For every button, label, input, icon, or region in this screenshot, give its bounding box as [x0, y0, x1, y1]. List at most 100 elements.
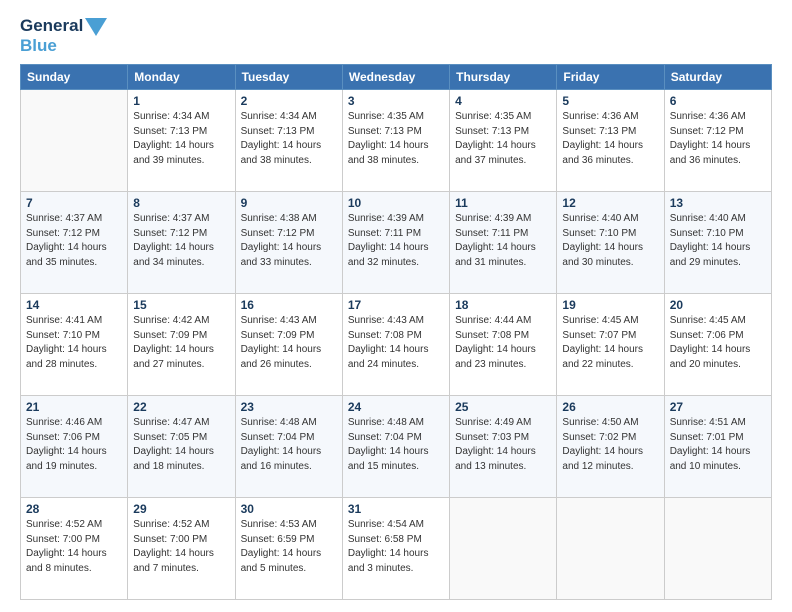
- day-info: Sunrise: 4:52 AMSunset: 7:00 PMDaylight:…: [26, 518, 122, 576]
- day-cell: 28 Sunrise: 4:52 AMSunset: 7:00 PMDayligh…: [21, 498, 128, 600]
- day-number: 12: [562, 196, 658, 210]
- day-info: Sunrise: 4:53 AMSunset: 6:59 PMDaylight:…: [241, 518, 337, 576]
- day-info: Sunrise: 4:38 AMSunset: 7:12 PMDaylight:…: [241, 212, 337, 270]
- day-cell: 14 Sunrise: 4:41 AMSunset: 7:10 PMDayligh…: [21, 294, 128, 396]
- day-info: Sunrise: 4:52 AMSunset: 7:00 PMDaylight:…: [133, 518, 229, 576]
- header: General Blue: [20, 16, 772, 56]
- day-number: 29: [133, 502, 229, 516]
- day-info: Sunrise: 4:51 AMSunset: 7:01 PMDaylight:…: [670, 416, 766, 474]
- col-header-sunday: Sunday: [21, 65, 128, 90]
- day-info: Sunrise: 4:43 AMSunset: 7:08 PMDaylight:…: [348, 314, 444, 372]
- day-info: Sunrise: 4:41 AMSunset: 7:10 PMDaylight:…: [26, 314, 122, 372]
- day-cell: [557, 498, 664, 600]
- logo-arrow-icon: [85, 18, 107, 36]
- day-cell: 20 Sunrise: 4:45 AMSunset: 7:06 PMDayligh…: [664, 294, 771, 396]
- day-cell: 23 Sunrise: 4:48 AMSunset: 7:04 PMDayligh…: [235, 396, 342, 498]
- day-number: 28: [26, 502, 122, 516]
- day-cell: [450, 498, 557, 600]
- col-header-tuesday: Tuesday: [235, 65, 342, 90]
- day-number: 7: [26, 196, 122, 210]
- day-cell: 17 Sunrise: 4:43 AMSunset: 7:08 PMDayligh…: [342, 294, 449, 396]
- day-cell: 5Sunrise: 4:36 AMSunset: 7:13 PMDaylight…: [557, 90, 664, 192]
- col-header-saturday: Saturday: [664, 65, 771, 90]
- day-number: 3: [348, 94, 444, 108]
- day-cell: 10 Sunrise: 4:39 AMSunset: 7:11 PMDayligh…: [342, 192, 449, 294]
- day-cell: 11Sunrise: 4:39 AMSunset: 7:11 PMDayligh…: [450, 192, 557, 294]
- day-info: Sunrise: 4:45 AMSunset: 7:06 PMDaylight:…: [670, 314, 766, 372]
- day-number: 5: [562, 94, 658, 108]
- day-info: Sunrise: 4:34 AMSunset: 7:13 PMDaylight:…: [133, 110, 229, 168]
- day-cell: 1 Sunrise: 4:34 AMSunset: 7:13 PMDaylight…: [128, 90, 235, 192]
- day-cell: 16 Sunrise: 4:43 AMSunset: 7:09 PMDayligh…: [235, 294, 342, 396]
- day-number: 8: [133, 196, 229, 210]
- day-cell: 18 Sunrise: 4:44 AMSunset: 7:08 PMDayligh…: [450, 294, 557, 396]
- day-info: Sunrise: 4:45 AMSunset: 7:07 PMDaylight:…: [562, 314, 658, 372]
- day-number: 2: [241, 94, 337, 108]
- day-info: Sunrise: 4:50 AMSunset: 7:02 PMDaylight:…: [562, 416, 658, 474]
- day-info: Sunrise: 4:46 AMSunset: 7:06 PMDaylight:…: [26, 416, 122, 474]
- day-info: Sunrise: 4:37 AMSunset: 7:12 PMDaylight:…: [133, 212, 229, 270]
- day-cell: 26 Sunrise: 4:50 AMSunset: 7:02 PMDayligh…: [557, 396, 664, 498]
- day-cell: 22Sunrise: 4:47 AMSunset: 7:05 PMDayligh…: [128, 396, 235, 498]
- day-number: 26: [562, 400, 658, 414]
- day-info: Sunrise: 4:34 AMSunset: 7:13 PMDaylight:…: [241, 110, 337, 168]
- col-header-thursday: Thursday: [450, 65, 557, 90]
- day-cell: 7 Sunrise: 4:37 AMSunset: 7:12 PMDaylight…: [21, 192, 128, 294]
- day-info: Sunrise: 4:40 AMSunset: 7:10 PMDaylight:…: [562, 212, 658, 270]
- day-info: Sunrise: 4:35 AMSunset: 7:13 PMDaylight:…: [348, 110, 444, 168]
- day-number: 10: [348, 196, 444, 210]
- day-info: Sunrise: 4:35 AMSunset: 7:13 PMDaylight:…: [455, 110, 551, 168]
- day-cell: 15 Sunrise: 4:42 AMSunset: 7:09 PMDayligh…: [128, 294, 235, 396]
- day-number: 25: [455, 400, 551, 414]
- day-cell: 3 Sunrise: 4:35 AMSunset: 7:13 PMDaylight…: [342, 90, 449, 192]
- day-cell: 9Sunrise: 4:38 AMSunset: 7:12 PMDaylight…: [235, 192, 342, 294]
- day-number: 17: [348, 298, 444, 312]
- day-number: 30: [241, 502, 337, 516]
- day-cell: 8 Sunrise: 4:37 AMSunset: 7:12 PMDaylight…: [128, 192, 235, 294]
- page: General Blue SundayMondayTuesdayWednesda…: [0, 0, 792, 612]
- col-header-friday: Friday: [557, 65, 664, 90]
- logo-general-text: General: [20, 16, 83, 36]
- day-info: Sunrise: 4:40 AMSunset: 7:10 PMDaylight:…: [670, 212, 766, 270]
- day-info: Sunrise: 4:43 AMSunset: 7:09 PMDaylight:…: [241, 314, 337, 372]
- day-number: 19: [562, 298, 658, 312]
- day-number: 23: [241, 400, 337, 414]
- week-row-3: 14 Sunrise: 4:41 AMSunset: 7:10 PMDayligh…: [21, 294, 772, 396]
- day-info: Sunrise: 4:44 AMSunset: 7:08 PMDaylight:…: [455, 314, 551, 372]
- day-number: 14: [26, 298, 122, 312]
- day-info: Sunrise: 4:42 AMSunset: 7:09 PMDaylight:…: [133, 314, 229, 372]
- day-number: 20: [670, 298, 766, 312]
- day-number: 18: [455, 298, 551, 312]
- day-info: Sunrise: 4:54 AMSunset: 6:58 PMDaylight:…: [348, 518, 444, 576]
- day-info: Sunrise: 4:47 AMSunset: 7:05 PMDaylight:…: [133, 416, 229, 474]
- day-cell: 21Sunrise: 4:46 AMSunset: 7:06 PMDayligh…: [21, 396, 128, 498]
- calendar-table: SundayMondayTuesdayWednesdayThursdayFrid…: [20, 64, 772, 600]
- day-cell: 31 Sunrise: 4:54 AMSunset: 6:58 PMDayligh…: [342, 498, 449, 600]
- day-cell: 29 Sunrise: 4:52 AMSunset: 7:00 PMDayligh…: [128, 498, 235, 600]
- header-row: SundayMondayTuesdayWednesdayThursdayFrid…: [21, 65, 772, 90]
- day-number: 27: [670, 400, 766, 414]
- day-number: 11: [455, 196, 551, 210]
- day-cell: [21, 90, 128, 192]
- day-info: Sunrise: 4:37 AMSunset: 7:12 PMDaylight:…: [26, 212, 122, 270]
- day-number: 1: [133, 94, 229, 108]
- day-info: Sunrise: 4:48 AMSunset: 7:04 PMDaylight:…: [241, 416, 337, 474]
- day-cell: 4Sunrise: 4:35 AMSunset: 7:13 PMDaylight…: [450, 90, 557, 192]
- day-number: 31: [348, 502, 444, 516]
- day-number: 16: [241, 298, 337, 312]
- day-cell: 13Sunrise: 4:40 AMSunset: 7:10 PMDayligh…: [664, 192, 771, 294]
- day-cell: 25 Sunrise: 4:49 AMSunset: 7:03 PMDayligh…: [450, 396, 557, 498]
- logo-blue-text: Blue: [20, 36, 107, 56]
- day-cell: 19 Sunrise: 4:45 AMSunset: 7:07 PMDayligh…: [557, 294, 664, 396]
- week-row-1: 1 Sunrise: 4:34 AMSunset: 7:13 PMDaylight…: [21, 90, 772, 192]
- day-info: Sunrise: 4:49 AMSunset: 7:03 PMDaylight:…: [455, 416, 551, 474]
- day-cell: 6Sunrise: 4:36 AMSunset: 7:12 PMDaylight…: [664, 90, 771, 192]
- day-cell: 2 Sunrise: 4:34 AMSunset: 7:13 PMDaylight…: [235, 90, 342, 192]
- day-info: Sunrise: 4:36 AMSunset: 7:12 PMDaylight:…: [670, 110, 766, 168]
- day-cell: [664, 498, 771, 600]
- day-info: Sunrise: 4:39 AMSunset: 7:11 PMDaylight:…: [348, 212, 444, 270]
- week-row-4: 21Sunrise: 4:46 AMSunset: 7:06 PMDayligh…: [21, 396, 772, 498]
- day-number: 24: [348, 400, 444, 414]
- day-number: 15: [133, 298, 229, 312]
- week-row-2: 7 Sunrise: 4:37 AMSunset: 7:12 PMDaylight…: [21, 192, 772, 294]
